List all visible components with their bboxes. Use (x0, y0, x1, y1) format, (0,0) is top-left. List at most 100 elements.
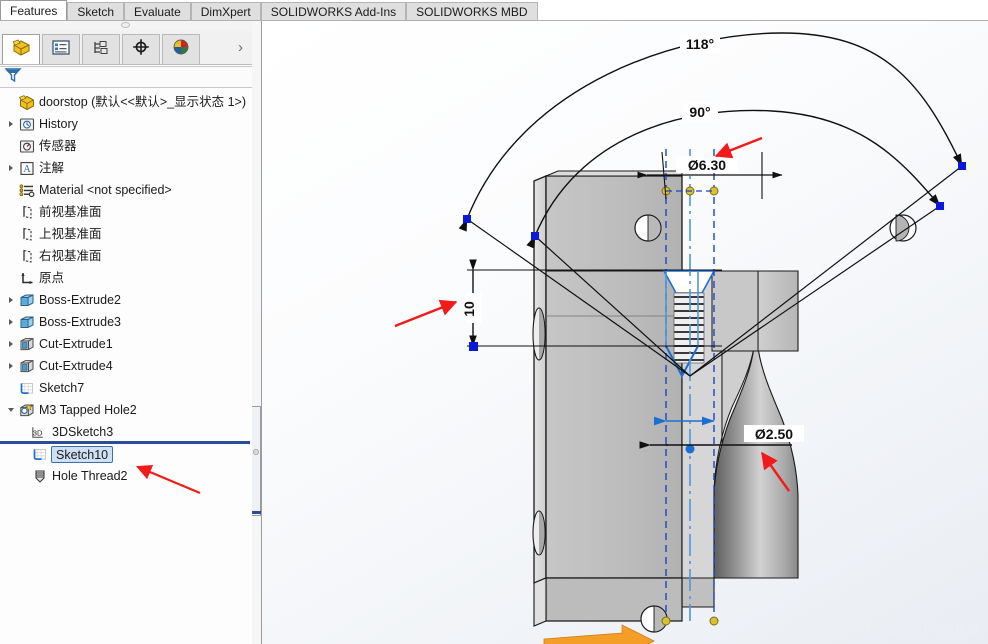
boss-extrude-icon (17, 314, 36, 331)
configuration-manager-icon (91, 39, 111, 61)
red-arrow-to-sketch10 (135, 465, 201, 495)
tree-filter-row[interactable] (0, 66, 252, 88)
sketch-icon (30, 446, 49, 463)
tree-item-label: 传感器 (39, 138, 77, 153)
tree-item-3dsketch3[interactable]: 3D 3DSketch3 (0, 421, 252, 443)
cut-extrude-icon (17, 358, 36, 375)
panel-collapse-grip-icon[interactable] (121, 22, 130, 28)
tree-item-label: Cut-Extrude4 (39, 358, 113, 373)
history-icon (17, 116, 36, 133)
tree-item-boss-extrude3[interactable]: Boss-Extrude3 (0, 311, 252, 333)
display-manager-icon (171, 38, 191, 61)
tree-item-boss-extrude2[interactable]: Boss-Extrude2 (0, 289, 252, 311)
cut-extrude-icon (17, 336, 36, 353)
plane-icon (17, 226, 36, 243)
tree-item-cut-extrude4[interactable]: Cut-Extrude4 (0, 355, 252, 377)
tree-item-origin[interactable]: 原点 (0, 267, 252, 289)
tree-item-hole-thread2[interactable]: Hole Thread2 (0, 465, 252, 487)
twist-right-icon[interactable] (4, 341, 17, 347)
tree-item-label: Cut-Extrude1 (39, 336, 113, 351)
part-side-slot (532, 307, 546, 361)
tree-item-label: 右视基准面 (39, 248, 102, 263)
hole-wizard-icon (17, 402, 36, 419)
twist-right-icon[interactable] (4, 363, 17, 369)
cad-scene: 118° 90° Ø6.30 Ø2.50 10 (394, 32, 966, 644)
part-document-icon (17, 94, 36, 111)
twist-right-icon[interactable] (4, 319, 17, 325)
part-upper-boss-face (757, 270, 799, 352)
tree-item-label: 原点 (39, 270, 65, 285)
angle-90-label: 90° (689, 104, 710, 120)
feature-manager-panel: › doorstop (默认<<默认>_显示状态 1>) History 传感器… (0, 21, 252, 644)
tree-item-front-plane[interactable]: 前视基准面 (0, 201, 252, 223)
tab-features[interactable]: Features (0, 0, 68, 21)
property-manager-icon (51, 39, 71, 61)
tree-item-label: 3DSketch3 (52, 424, 114, 439)
twist-down-icon[interactable] (4, 408, 17, 412)
tree-item-label: 注解 (39, 160, 65, 175)
twist-right-icon[interactable] (4, 297, 17, 303)
tree-item-doorstop[interactable]: doorstop (默认<<默认>_显示状态 1>) (0, 91, 252, 113)
sensors-icon (17, 138, 36, 155)
panel-tab-feature-manager[interactable] (2, 34, 40, 64)
tab-solidworks-addins[interactable]: SOLIDWORKS Add-Ins (260, 2, 407, 21)
material-icon (17, 182, 36, 199)
red-arrow-to-diameter-major (714, 136, 763, 159)
feature-manager-tree-icon (11, 38, 32, 62)
tree-item-label: M3 Tapped Hole2 (39, 402, 137, 417)
graphics-viewport[interactable]: 118° 90° Ø6.30 Ø2.50 10 https://blog.csd… (262, 21, 988, 644)
dimxpert-manager-icon (131, 38, 151, 61)
tree-item-label: Material <not specified> (39, 182, 172, 197)
ribbon-tab-bar: Features Sketch Evaluate DimXpert SOLIDW… (0, 0, 988, 21)
tree-item-history[interactable]: History (0, 113, 252, 135)
panel-splitter[interactable] (252, 21, 262, 644)
tree-item-material[interactable]: Material <not specified> (0, 179, 252, 201)
panel-tab-configuration-manager[interactable] (82, 34, 120, 64)
boss-extrude-icon (17, 292, 36, 309)
annotations-icon: A (17, 160, 36, 177)
sketch-icon (17, 380, 36, 397)
tab-evaluate[interactable]: Evaluate (124, 2, 191, 21)
tree-item-label: Hole Thread2 (52, 468, 128, 483)
tree-bottom-divider (0, 441, 250, 444)
tree-item-label: Boss-Extrude3 (39, 314, 121, 329)
watermark-text: https://blog.csdn.net/haigear (798, 620, 980, 636)
tree-item-annotations[interactable]: A 注解 (0, 157, 252, 179)
splitter-blue-marker (252, 511, 261, 514)
orange-direction-arrow (543, 624, 655, 644)
red-arrow-to-depth (394, 299, 458, 328)
tree-item-sketch7[interactable]: Sketch7 (0, 377, 252, 399)
tab-dimxpert[interactable]: DimXpert (190, 2, 261, 21)
tree-item-label-selected: Sketch10 (51, 445, 114, 463)
part-main-plate-face (545, 175, 683, 579)
splitter-handle-dot-icon[interactable] (253, 449, 259, 455)
twist-right-icon[interactable] (4, 165, 17, 171)
tree-item-label: 上视基准面 (39, 226, 102, 241)
twist-right-icon[interactable] (4, 121, 17, 127)
diameter-major-label: Ø6.30 (688, 157, 726, 173)
tab-solidworks-mbd[interactable]: SOLIDWORKS MBD (406, 2, 538, 21)
part-upper-hole (634, 214, 662, 242)
filter-funnel-icon[interactable] (4, 66, 22, 88)
tab-sketch[interactable]: Sketch (67, 2, 125, 21)
tree-item-cut-extrude1[interactable]: Cut-Extrude1 (0, 333, 252, 355)
tree-item-label: doorstop (默认<<默认>_显示状态 1>) (39, 94, 247, 109)
splitter-notch[interactable] (252, 406, 261, 516)
panel-tabs-more-chevron-icon[interactable]: › (238, 39, 243, 56)
panel-tab-property-manager[interactable] (42, 34, 80, 64)
tree-item-sensors[interactable]: 传感器 (0, 135, 252, 157)
tree-item-m3-tapped-hole2[interactable]: M3 Tapped Hole2 (0, 399, 252, 421)
diameter-minor-label: Ø2.50 (755, 426, 793, 442)
tree-item-top-plane[interactable]: 上视基准面 (0, 223, 252, 245)
panel-tab-display-manager[interactable] (162, 34, 200, 64)
depth-linear-label: 10 (461, 301, 477, 317)
solidworks-window: Features Sketch Evaluate DimXpert SOLIDW… (0, 0, 988, 644)
tree-item-sketch10[interactable]: Sketch10 (0, 443, 252, 465)
hole-thread-icon (30, 468, 49, 485)
tree-item-right-plane[interactable]: 右视基准面 (0, 245, 252, 267)
part-bottom-left-edge (533, 577, 547, 627)
plane-icon (17, 204, 36, 221)
svg-text:3D: 3D (33, 428, 43, 437)
panel-tab-dimxpert-manager[interactable] (122, 34, 160, 64)
thread-hatch-region (673, 292, 705, 364)
